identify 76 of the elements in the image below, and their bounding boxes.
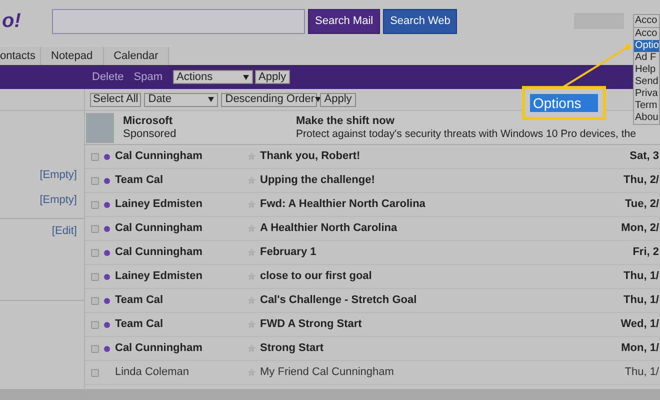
- sender-name: Cal Cunningham: [115, 341, 204, 356]
- sender-name: Team Cal: [115, 293, 164, 308]
- checkbox[interactable]: [91, 176, 99, 184]
- nav-tab[interactable]: ontacts: [0, 47, 41, 65]
- dropdown-option[interactable]: Optio: [634, 40, 659, 52]
- dropdown-option[interactable]: Help: [634, 64, 659, 76]
- date-text: Sat, 3: [628, 149, 660, 164]
- search-button[interactable]: Search Mail: [308, 9, 380, 34]
- sort-order-select[interactable]: Descending Order: [221, 92, 318, 106]
- sender-name: Cal Cunningham: [115, 245, 204, 260]
- sender-name: Linda Coleman: [115, 365, 190, 380]
- dropdown-option[interactable]: Term: [634, 100, 659, 112]
- account-select[interactable]: Acco: [633, 14, 660, 28]
- ad-thumbnail-placeholder: [86, 112, 114, 142]
- subject-text: Thank you, Robert!: [260, 149, 362, 164]
- subject-text: My Friend Cal Cunningham: [260, 365, 395, 380]
- callout-option: Options: [530, 94, 598, 112]
- date-text: Tue, 2/: [624, 197, 660, 212]
- sender-name: Team Cal: [115, 173, 164, 188]
- subject-text: FWD A Strong Start: [260, 317, 363, 332]
- dropdown-option[interactable]: Abou: [634, 112, 659, 124]
- subject-text: Strong Start: [260, 341, 325, 356]
- apply-button[interactable]: Apply: [254, 70, 290, 84]
- nav-tab[interactable]: Notepad: [41, 47, 104, 65]
- checkbox[interactable]: [91, 248, 99, 256]
- subject-text: close to our first goal: [260, 269, 373, 284]
- actions-select[interactable]: Actions: [172, 70, 253, 84]
- date-text: Thu, 2/: [622, 173, 660, 188]
- sender-name: Team Cal: [115, 317, 164, 332]
- date-text: Fri, 2: [632, 245, 660, 260]
- date-text: Mon, 2/: [620, 221, 660, 236]
- search-field[interactable]: [52, 9, 305, 34]
- dropdown-option[interactable]: Ad F: [634, 52, 659, 64]
- checkbox[interactable]: [91, 368, 99, 376]
- empty-link[interactable]: [Empty]: [40, 167, 77, 184]
- checkbox[interactable]: [91, 320, 99, 328]
- checkbox[interactable]: [91, 200, 99, 208]
- dropdown-option[interactable]: Priva: [634, 88, 659, 100]
- sender-name: Lainey Edmisten: [115, 197, 204, 212]
- apply-button[interactable]: Apply: [320, 92, 356, 106]
- checkbox[interactable]: [91, 296, 99, 304]
- subject-text: Upping the challenge!: [260, 173, 376, 188]
- sender-name: Cal Cunningham: [115, 221, 204, 236]
- caret-icon: [242, 74, 249, 80]
- ad-tag: Sponsored: [123, 128, 296, 140]
- date-text: Mon, 1/: [620, 341, 660, 356]
- logo: o!: [1, 10, 22, 30]
- dropdown-option[interactable]: Send: [634, 76, 659, 88]
- ad-subject: Make the shift now: [296, 114, 396, 128]
- date-text: Thu, 1/: [622, 293, 660, 308]
- date-text: Wed, 1/: [620, 317, 660, 332]
- subject-text: A Healthier North Carolina: [260, 221, 398, 236]
- caret-icon: [208, 97, 214, 102]
- sort-field-select[interactable]: Date: [144, 92, 218, 106]
- subject-text: February 1: [260, 245, 318, 260]
- select-all-button[interactable]: Select All: [90, 92, 142, 106]
- nav-tab[interactable]: Calendar: [104, 47, 170, 65]
- caret-icon: [314, 97, 321, 102]
- date-text: Thu, 1/: [624, 365, 660, 380]
- search-button[interactable]: Search Web: [383, 9, 458, 34]
- sender-name: Lainey Edmisten: [115, 269, 204, 284]
- checkbox[interactable]: [91, 344, 99, 352]
- subject-text: Cal's Challenge - Stretch Goal: [260, 293, 418, 308]
- edit-link[interactable]: [Edit]: [52, 223, 77, 240]
- ad-sender: Microsoft: [123, 114, 174, 128]
- checkbox[interactable]: [91, 224, 99, 232]
- subject-text: Fwd: A Healthier North Carolina: [260, 197, 426, 212]
- date-text: Thu, 1/: [622, 269, 660, 284]
- action-link[interactable]: Delete: [92, 68, 124, 86]
- empty-link[interactable]: [Empty]: [40, 192, 77, 208]
- ad-snippet: Protect against today's security threats with Windows 10 Pro devices, the: [296, 128, 636, 140]
- action-link[interactable]: Spam: [134, 68, 163, 86]
- checkbox[interactable]: [91, 152, 99, 160]
- sender-name: Cal Cunningham: [115, 149, 204, 164]
- dropdown-option[interactable]: Acco: [634, 28, 659, 40]
- checkbox[interactable]: [91, 272, 99, 280]
